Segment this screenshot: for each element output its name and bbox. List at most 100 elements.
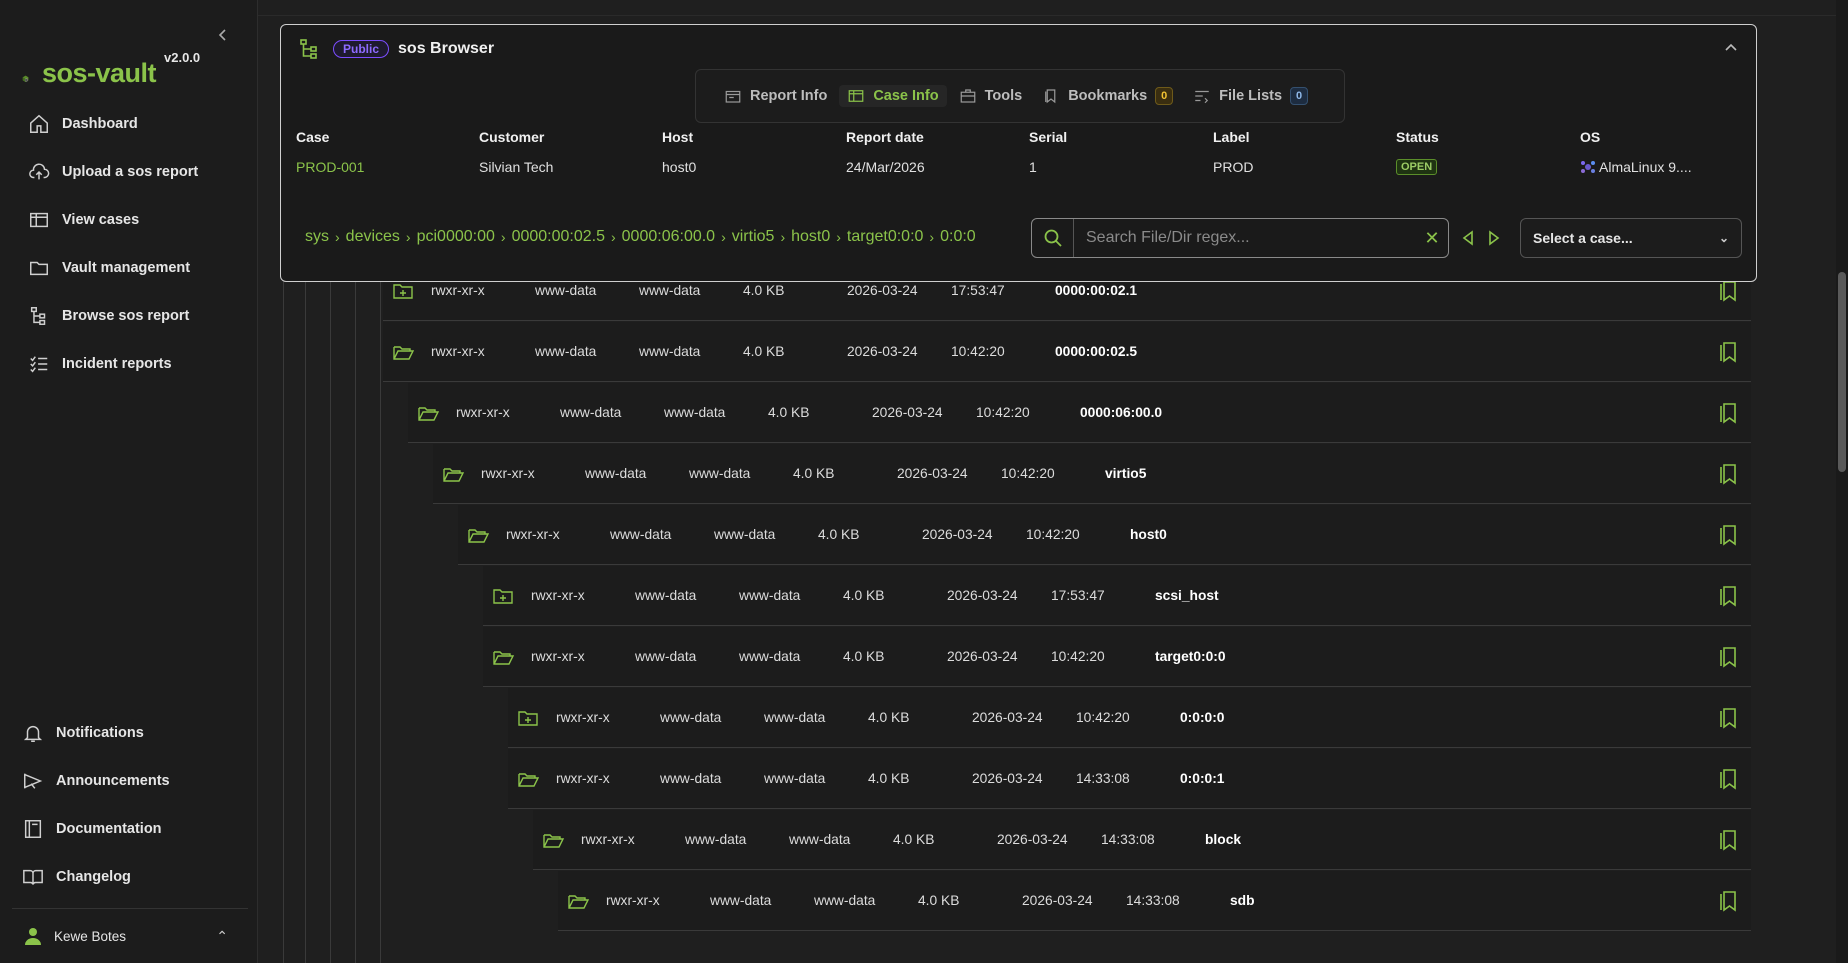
- name-cell[interactable]: 0:0:0:0: [1180, 710, 1224, 725]
- name-cell[interactable]: scsi_host: [1155, 588, 1219, 603]
- select-case-dropdown[interactable]: Select a case... ⌄: [1520, 218, 1742, 258]
- breadcrumb-item[interactable]: sys: [305, 228, 329, 246]
- nav-view-cases[interactable]: View cases: [28, 196, 258, 244]
- case-col: Case PROD-001: [296, 129, 476, 177]
- breadcrumb-item[interactable]: host0: [791, 228, 830, 246]
- group-cell: www-data: [639, 344, 701, 359]
- page-scrollbar[interactable]: [1836, 0, 1848, 963]
- tree-row[interactable]: rwxr-xr-x www-data www-data 4.0 KB 2026-03-2…: [533, 810, 1751, 870]
- size-cell: 4.0 KB: [818, 527, 860, 542]
- megaphone-icon: [24, 773, 43, 789]
- nav-upload[interactable]: Upload a sos report: [28, 148, 258, 196]
- tab-file-lists[interactable]: File Lists 0: [1185, 85, 1316, 107]
- name-cell[interactable]: 0:0:0:1: [1180, 771, 1224, 786]
- tree-row[interactable]: rwxr-xr-x www-data www-data 4.0 KB 2026-03-2…: [383, 282, 1751, 321]
- case-id-link[interactable]: PROD-001: [296, 157, 476, 177]
- nav-label: Announcements: [56, 773, 170, 789]
- bookmark-icon[interactable]: [1719, 585, 1737, 607]
- nav-dashboard[interactable]: Dashboard: [28, 100, 258, 148]
- nav-label: Vault management: [62, 260, 191, 276]
- name-cell[interactable]: host0: [1130, 527, 1167, 542]
- name-cell[interactable]: block: [1205, 832, 1241, 847]
- nav-vault-management[interactable]: Vault management: [28, 244, 258, 292]
- folder-open-icon[interactable]: [418, 404, 440, 422]
- date-cell: 2026-03-24: [897, 466, 968, 481]
- group-cell: www-data: [714, 527, 776, 542]
- next-match-icon[interactable]: [1486, 229, 1502, 247]
- folder-open-icon[interactable]: [443, 465, 465, 483]
- tree-row[interactable]: rwxr-xr-x www-data www-data 4.0 KB 2026-03-2…: [508, 749, 1751, 809]
- bookmark-icon[interactable]: [1719, 890, 1737, 912]
- search-icon: [1032, 219, 1074, 257]
- bookmark-icon[interactable]: [1719, 768, 1737, 790]
- name-cell[interactable]: sdb: [1230, 893, 1255, 908]
- folder-open-icon[interactable]: [493, 648, 515, 666]
- breadcrumb-item[interactable]: 0:0:0: [940, 228, 976, 246]
- nav-label: Incident reports: [62, 356, 172, 372]
- nav-notifications[interactable]: Notifications: [22, 709, 252, 757]
- chevron-up-icon: ⌃: [216, 927, 228, 944]
- breadcrumb-item[interactable]: 0000:06:00.0: [622, 228, 715, 246]
- owner-cell: www-data: [560, 405, 622, 420]
- tree-icon: [300, 39, 317, 59]
- permissions-cell: rwxr-xr-x: [531, 649, 585, 664]
- tree-row[interactable]: rwxr-xr-x www-data www-data 4.0 KB 2026-03-2…: [408, 383, 1751, 443]
- folder-plus-icon[interactable]: [493, 587, 515, 605]
- bookmark-icon[interactable]: [1719, 829, 1737, 851]
- breadcrumb-item[interactable]: devices: [346, 228, 400, 246]
- user-menu[interactable]: Kewe Botes ⌃: [12, 908, 248, 963]
- app-logo-text: sos-vault: [42, 58, 157, 88]
- folder-plus-icon[interactable]: [393, 282, 415, 300]
- breadcrumb-item[interactable]: pci0000:00: [417, 228, 495, 246]
- tab-bookmarks[interactable]: Bookmarks 0: [1034, 85, 1181, 107]
- clear-search-icon[interactable]: ✕: [1416, 228, 1448, 249]
- nav-browse-sos[interactable]: Browse sos report: [28, 292, 258, 340]
- folder-open-icon[interactable]: [393, 343, 415, 361]
- tab-tools[interactable]: Tools: [951, 85, 1031, 107]
- bookmark-icon[interactable]: [1719, 646, 1737, 668]
- nav-documentation[interactable]: Documentation: [22, 805, 252, 853]
- bookmark-icon[interactable]: [1719, 402, 1737, 424]
- folder-open-icon[interactable]: [518, 770, 540, 788]
- tree-row[interactable]: rwxr-xr-x www-data www-data 4.0 KB 2026-03-2…: [508, 688, 1751, 748]
- folder-open-icon[interactable]: [468, 526, 490, 544]
- tree-row[interactable]: rwxr-xr-x www-data www-data 4.0 KB 2026-03-2…: [483, 627, 1751, 687]
- group-cell: www-data: [814, 893, 876, 908]
- scrollbar-thumb[interactable]: [1838, 272, 1846, 472]
- bookmark-icon[interactable]: [1719, 463, 1737, 485]
- folder-plus-icon[interactable]: [518, 709, 540, 727]
- owner-cell: www-data: [660, 710, 722, 725]
- tab-label: File Lists: [1219, 88, 1283, 104]
- tab-report-info[interactable]: Report Info: [716, 85, 835, 107]
- checklist-icon: [30, 356, 48, 373]
- folder-open-icon[interactable]: [568, 892, 590, 910]
- search-input[interactable]: [1074, 229, 1416, 247]
- breadcrumb-item[interactable]: 0000:00:02.5: [512, 228, 605, 246]
- tree-row[interactable]: rwxr-xr-x www-data www-data 4.0 KB 2026-03-2…: [433, 444, 1751, 504]
- name-cell[interactable]: virtio5: [1105, 466, 1146, 481]
- name-cell[interactable]: 0000:00:02.5: [1055, 344, 1137, 359]
- name-cell[interactable]: 0000:06:00.0: [1080, 405, 1162, 420]
- breadcrumb-item[interactable]: target0:0:0: [847, 228, 924, 246]
- tree-row[interactable]: rwxr-xr-x www-data www-data 4.0 KB 2026-03-2…: [483, 566, 1751, 626]
- nav-changelog[interactable]: Changelog: [22, 853, 252, 901]
- nav-announcements[interactable]: Announcements: [22, 757, 252, 805]
- tab-case-info[interactable]: Case Info: [839, 85, 947, 107]
- tree-row[interactable]: rwxr-xr-x www-data www-data 4.0 KB 2026-03-2…: [558, 871, 1751, 931]
- tree-row[interactable]: rwxr-xr-x www-data www-data 4.0 KB 2026-03-2…: [383, 322, 1751, 382]
- collapse-panel-button[interactable]: [1724, 39, 1738, 55]
- bookmark-icon[interactable]: [1719, 341, 1737, 363]
- owner-cell: www-data: [585, 466, 647, 481]
- bookmark-icon[interactable]: [1719, 524, 1737, 546]
- bookmark-icon[interactable]: [1719, 282, 1737, 302]
- collapse-sidebar-button[interactable]: [214, 26, 232, 44]
- bookmark-icon[interactable]: [1719, 707, 1737, 729]
- name-cell[interactable]: 0000:00:02.1: [1055, 283, 1137, 298]
- name-cell[interactable]: target0:0:0: [1155, 649, 1226, 664]
- folder-open-icon[interactable]: [543, 831, 565, 849]
- breadcrumb-item[interactable]: virtio5: [732, 228, 775, 246]
- nav-incident-reports[interactable]: Incident reports: [28, 340, 258, 388]
- owner-cell: www-data: [635, 649, 697, 664]
- previous-match-icon[interactable]: [1460, 229, 1476, 247]
- tree-row[interactable]: rwxr-xr-x www-data www-data 4.0 KB 2026-03-2…: [458, 505, 1751, 565]
